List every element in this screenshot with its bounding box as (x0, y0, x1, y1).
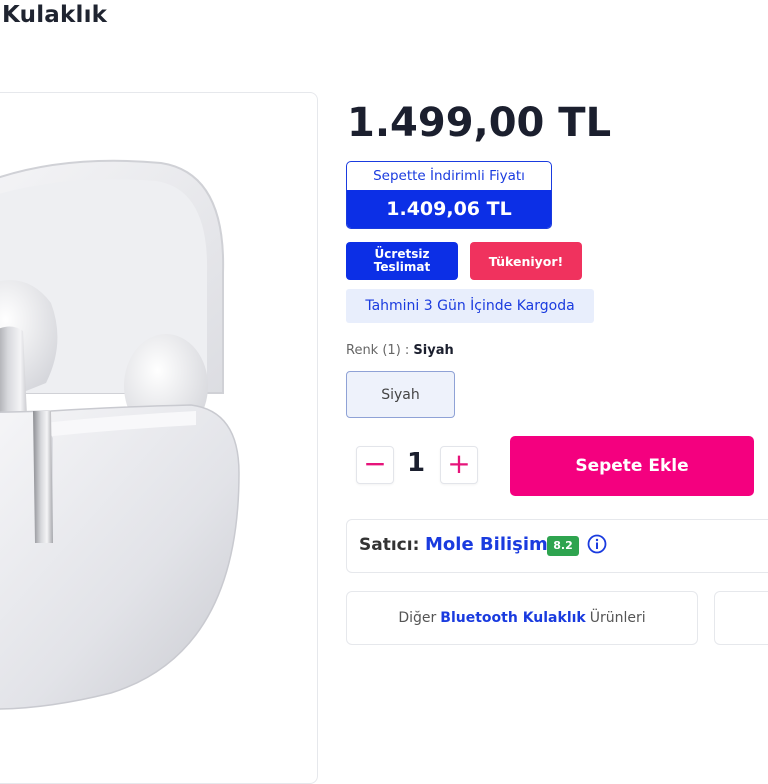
earbuds-case-image (0, 159, 240, 710)
info-icon[interactable] (587, 534, 607, 554)
color-label-text: Renk (1) : (346, 343, 414, 358)
seller-label: Satıcı: (359, 535, 420, 555)
other-prefix: Diğer (398, 610, 437, 626)
other-category-products-link[interactable]: Diğer Bluetooth Kulaklık Ürünleri (346, 591, 698, 645)
seller-score-badge: 8.2 (547, 536, 579, 556)
product-price: 1.499,00 TL (347, 100, 612, 146)
seller-box: Satıcı: Mole Bilişim 8.2 (346, 519, 768, 573)
free-shipping-badge: Ücretsiz Teslimat (346, 242, 458, 280)
low-stock-badge: Tükeniyor! (470, 242, 582, 280)
other-link-box[interactable] (714, 591, 768, 645)
product-title: Kulaklık (2, 2, 108, 28)
cart-discount-price: 1.409,06 TL (347, 190, 551, 228)
add-to-cart-button[interactable]: Sepete Ekle (510, 436, 754, 496)
quantity-value[interactable]: 1 (398, 448, 434, 478)
other-suffix: Ürünleri (589, 610, 646, 626)
color-option-siyah[interactable]: Siyah (346, 371, 455, 418)
color-label: Renk (1) : Siyah (346, 343, 454, 358)
estimated-shipping: Tahmini 3 Gün İçinde Kargoda (346, 289, 594, 323)
quantity-increase-button[interactable]: + (440, 446, 478, 484)
product-image[interactable] (0, 92, 318, 784)
cart-discount-label: Sepette İndirimli Fiyatı (373, 168, 525, 184)
cart-discount-box: Sepette İndirimli Fiyatı 1.409,06 TL (346, 161, 552, 229)
free-shipping-line-2: Teslimat (373, 260, 431, 274)
seller-name-link[interactable]: Mole Bilişim (425, 534, 548, 555)
selected-color: Siyah (413, 343, 454, 358)
quantity-decrease-button[interactable]: − (356, 446, 394, 484)
other-category: Bluetooth Kulaklık (440, 610, 586, 626)
